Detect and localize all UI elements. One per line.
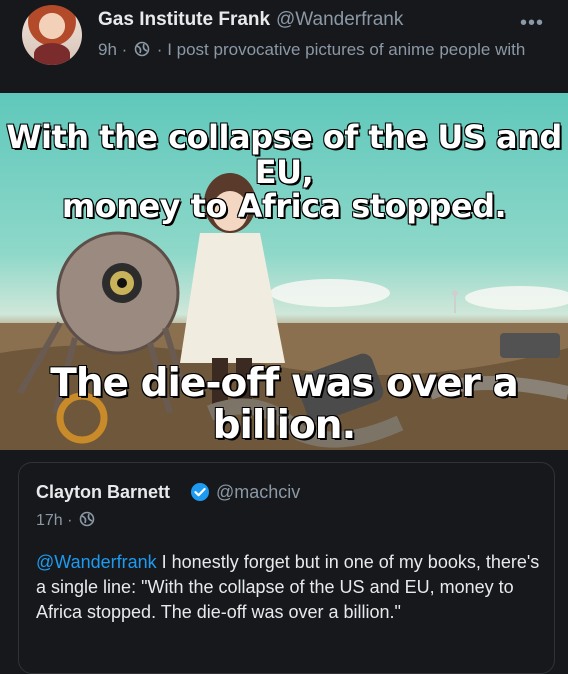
verified-badge-icon [191, 483, 209, 501]
post-time[interactable]: 9h [98, 40, 117, 59]
avatar[interactable] [22, 5, 82, 65]
mention-link[interactable]: @Wanderfrank [36, 552, 157, 572]
quoted-post-card[interactable]: Clayton Barnett @machciv 17h · @Wanderfr… [18, 462, 555, 674]
quoted-post-meta: 17h · [36, 511, 95, 530]
author-display-name[interactable]: Gas Institute Frank [98, 9, 270, 31]
quoted-post-time[interactable]: 17h [36, 512, 63, 529]
quoted-author-handle[interactable]: @machciv [216, 482, 300, 503]
meme-caption-bottom: The die-off was over a billion. [50, 361, 520, 449]
post-header: Gas Institute Frank @Wanderfrank 9h · · … [0, 0, 568, 92]
meme-caption-top: With the collapse of the US and EU, mone… [0, 118, 568, 226]
meme-caption-top-line-2: money to Africa stopped. [61, 187, 507, 226]
globe-icon [79, 511, 95, 527]
quoted-author-display-name[interactable]: Clayton Barnett [36, 482, 170, 503]
post-meta: 9h · · I post provocative pictures of an… [98, 40, 550, 60]
meta-separator: · [121, 40, 128, 59]
author-bio: I post provocative pictures of anime peo… [167, 40, 526, 59]
more-options-icon[interactable]: ••• [520, 12, 544, 35]
quoted-meta-separator: · [67, 512, 73, 529]
meme-caption-top-line-1: With the collapse of the US and EU, [5, 118, 563, 191]
meta-separator-2: · [156, 40, 163, 59]
quoted-post-text: @Wanderfrank I honestly forget but in on… [36, 550, 541, 625]
globe-icon [134, 41, 150, 57]
author-handle[interactable]: @Wanderfrank [276, 9, 403, 31]
post-image[interactable]: With the collapse of the US and EU, mone… [0, 93, 568, 450]
